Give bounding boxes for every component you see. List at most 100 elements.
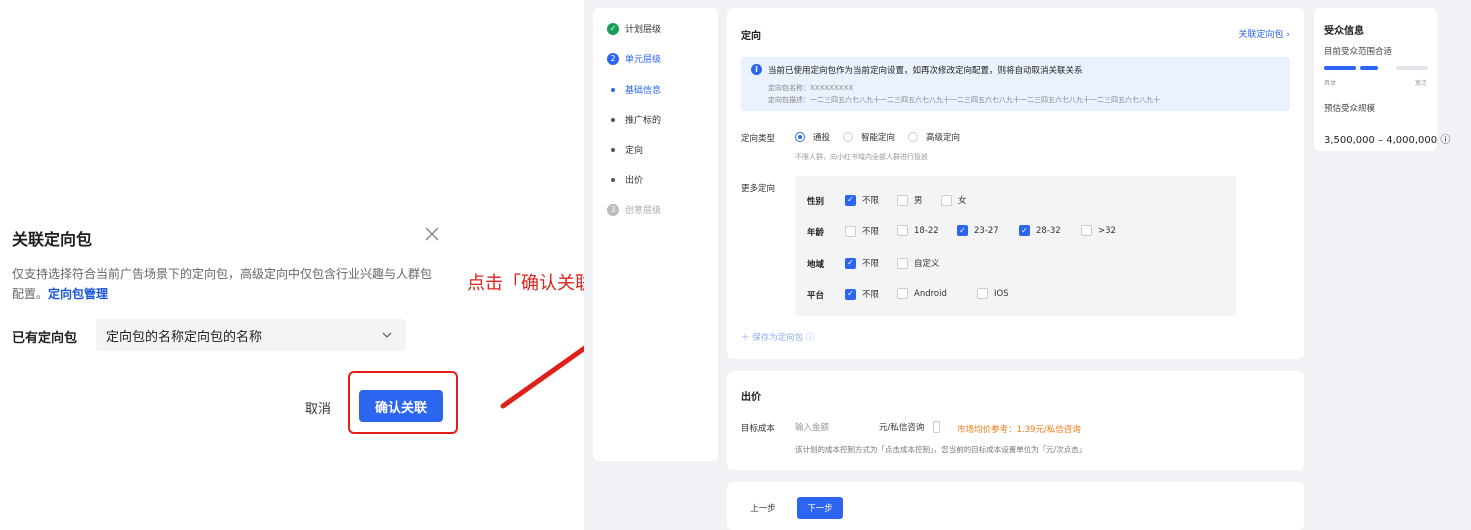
region-unlimited-checkbox[interactable]: ✓ 不限: [845, 257, 879, 269]
check-icon: ✓: [845, 288, 856, 300]
audience-status: 目前受众范围合适: [1324, 47, 1393, 57]
associate-package-link[interactable]: 关联定向包 ›: [1239, 27, 1290, 40]
audience-bar-segment: [1396, 66, 1428, 70]
info-package-name: 定向包名称：XXXXXXXXX: [768, 84, 854, 92]
cost-placeholder: 输入金额: [795, 423, 830, 433]
next-button[interactable]: 下一步: [797, 497, 843, 519]
gender-label: 性别: [807, 197, 825, 207]
bid-card: 出价 目标成本 输入金额 元/私信咨询 市场均价参考：1.39元/私信咨询 该计…: [727, 371, 1304, 470]
step-number: 2: [607, 52, 619, 65]
info-icon: i: [751, 64, 762, 75]
age-over-32-checkbox[interactable]: >32: [1081, 225, 1116, 236]
checkbox-icon: [897, 194, 908, 206]
radio-icon: [795, 132, 805, 142]
bid-hint: 该计划的成本控制方式为「点击成本控制」，您当前的目标成本设置单位为「元/次点击」: [795, 445, 1087, 454]
audience-card: 受众信息 目前受众范围合适 具体 宽泛 预估受众规模 3,500,000 – 4…: [1314, 8, 1450, 151]
platform-android-checkbox[interactable]: Android: [897, 288, 947, 299]
bid-title: 出价: [741, 392, 761, 403]
info-banner: i 当前已使用定向包作为当前定向设置，如再次修改定向配置，则将自动取消关联关系 …: [741, 57, 1290, 111]
age-18-22-checkbox[interactable]: 18-22: [897, 225, 939, 236]
checkbox-label: 不限: [862, 196, 880, 206]
checkbox-label: 自定义: [914, 259, 940, 269]
age-23-27-checkbox[interactable]: ✓ 23-27: [957, 225, 999, 236]
target-cost-label: 目标成本: [741, 424, 776, 434]
step-label: 出价: [625, 176, 644, 186]
audience-range-bar: [1324, 66, 1428, 70]
close-icon[interactable]: [422, 224, 442, 244]
checkbox-icon: [941, 194, 952, 206]
platform-label: 平台: [807, 291, 825, 301]
step-plan-level[interactable]: ✓ 计划层级: [607, 22, 661, 35]
targeting-type-label: 定向类型: [741, 134, 776, 144]
checkbox-label: 不限: [862, 259, 880, 269]
check-icon: ✓: [607, 22, 619, 35]
package-management-link[interactable]: 定向包管理: [48, 287, 108, 301]
checkbox-label: IOS: [994, 288, 1009, 299]
checkbox-label: 不限: [862, 290, 880, 300]
chevron-down-icon: [382, 332, 392, 338]
confirm-associate-button[interactable]: 确认关联: [359, 390, 443, 422]
age-unlimited-checkbox[interactable]: 不限: [845, 225, 879, 237]
estimate-range: 3,500,000 – 4,000,000 ⓘ: [1324, 135, 1451, 146]
bullet-icon: [611, 87, 615, 92]
radio-icon: [908, 132, 918, 142]
checkbox-icon: [897, 257, 908, 269]
stepper-icon[interactable]: [933, 421, 940, 433]
targeting-title: 定向: [741, 31, 761, 42]
bullet-icon: [611, 147, 615, 152]
nav-card: 上一步 下一步: [727, 482, 1304, 530]
step-label: 定向: [625, 146, 644, 156]
checkbox-icon: [897, 225, 908, 236]
package-select-value: 定向包的名称定向包的名称: [106, 329, 263, 345]
targeting-type-hint: 不限人群，向小红书域内全部人群进行投放: [795, 153, 928, 161]
radio-label: 通投: [813, 133, 831, 143]
target-cost-input[interactable]: 输入金额 元/私信咨询: [795, 417, 945, 437]
step-number: 3: [607, 203, 619, 216]
audience-bar-segment: [1360, 66, 1378, 70]
step-label: 单元层级: [625, 55, 662, 65]
associate-package-dialog: 关联定向包 仅支持选择符合当前广告场景下的定向包，高级定向中仅包含行业兴趣与人群…: [0, 0, 575, 530]
radio-smart[interactable]: 智能定向: [843, 131, 895, 143]
dialog-description: 仅支持选择符合当前广告场景下的定向包，高级定向中仅包含行业兴趣与人群包配置。定向…: [12, 264, 432, 304]
targeting-card: 定向 关联定向包 › i 当前已使用定向包作为当前定向设置，如再次修改定向配置，…: [727, 8, 1304, 359]
step-label: 计划层级: [625, 25, 662, 35]
gender-female-checkbox[interactable]: 女: [941, 194, 967, 206]
radio-advanced[interactable]: 高级定向: [908, 131, 960, 143]
prev-button[interactable]: 上一步: [741, 497, 785, 519]
checkbox-label: >32: [1098, 225, 1116, 236]
checkbox-label: Android: [914, 288, 947, 299]
cancel-button[interactable]: 取消: [305, 398, 331, 417]
platform-unlimited-checkbox[interactable]: ✓ 不限: [845, 288, 879, 300]
step-targeting[interactable]: 定向: [607, 143, 643, 156]
radio-label: 高级定向: [926, 133, 961, 143]
radio-broad[interactable]: 通投: [795, 131, 830, 143]
checkbox-icon: [1081, 225, 1092, 236]
audience-title: 受众信息: [1324, 26, 1364, 37]
step-creative-level[interactable]: 3 创意层级: [607, 203, 661, 216]
step-sidebar: ✓ 计划层级 2 单元层级 基础信息 推广标的 定向 出价 3 创意层级: [593, 8, 718, 461]
step-unit-level[interactable]: 2 单元层级: [607, 52, 661, 65]
audience-bar-segment: [1324, 66, 1356, 70]
checkbox-icon: [845, 225, 856, 237]
step-bid[interactable]: 出价: [607, 173, 643, 186]
check-icon: ✓: [845, 257, 856, 269]
gender-unlimited-checkbox[interactable]: ✓ 不限: [845, 194, 879, 206]
step-promotion-target[interactable]: 推广标的: [607, 113, 661, 126]
save-as-package-button[interactable]: ＋ 保存为定向包 ⓘ: [741, 331, 814, 343]
checkbox-label: 不限: [862, 227, 880, 237]
check-icon: ✓: [957, 225, 968, 236]
checkbox-icon: [977, 288, 988, 299]
step-basic-info[interactable]: 基础信息: [607, 83, 661, 96]
audience-broad-tag: 宽泛: [1414, 80, 1427, 87]
step-label: 创意层级: [625, 206, 662, 216]
step-label: 基础信息: [625, 86, 662, 96]
platform-ios-checkbox[interactable]: IOS: [977, 288, 1009, 299]
checkbox-label: 女: [958, 196, 967, 206]
region-label: 地域: [807, 260, 825, 270]
package-select[interactable]: 定向包的名称定向包的名称: [96, 319, 406, 351]
bullet-icon: [611, 177, 615, 182]
radio-label: 智能定向: [861, 133, 896, 143]
gender-male-checkbox[interactable]: 男: [897, 194, 923, 206]
region-custom-checkbox[interactable]: 自定义: [897, 257, 940, 269]
age-28-32-checkbox[interactable]: ✓ 28-32: [1019, 225, 1061, 236]
